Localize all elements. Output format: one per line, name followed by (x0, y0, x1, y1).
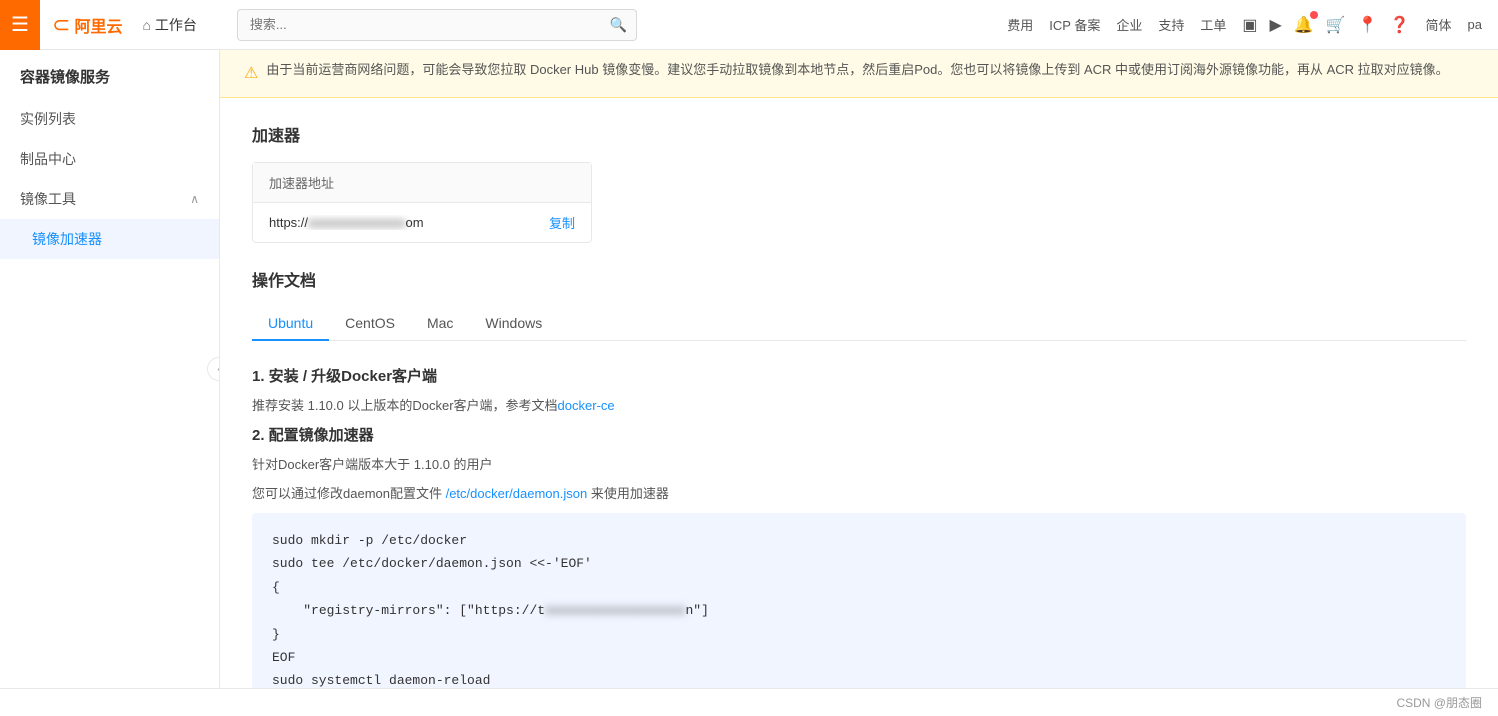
bottom-label: CSDN @朋态圈 (1396, 694, 1482, 711)
sidebar: 容器镜像服务 实例列表 制品中心 镜像工具 ∧ 镜像加速器 ‹ (0, 50, 220, 688)
docs-title: 操作文档 (252, 267, 1466, 291)
nav-support[interactable]: 支持 (1158, 15, 1184, 34)
search-bar: 🔍 (237, 9, 637, 41)
daemon-path: /etc/docker/daemon.json (446, 486, 588, 501)
sidebar-section-tools[interactable]: 镜像工具 ∧ (0, 179, 219, 219)
sidebar-title: 容器镜像服务 (0, 50, 219, 99)
sidebar-label-products: 制品中心 (20, 149, 76, 169)
warning-banner: ⚠ 由于当前运营商网络问题，可能会导致您拉取 Docker Hub 镜像变慢。建… (220, 50, 1498, 98)
tab-ubuntu[interactable]: Ubuntu (252, 307, 329, 341)
step2-desc1: 针对Docker客户端版本大于 1.10.0 的用户 (252, 455, 1466, 476)
registry-url-blurred: xxxxxxxxxxxxxxxxxx (545, 603, 685, 618)
step1-heading: 1. 安装 / 升级Docker客户端 (252, 365, 1466, 386)
bottom-bar: CSDN @朋态圈 (0, 688, 1498, 716)
accelerator-url-blurred: xxxxxxxxxxxxxxx (308, 215, 406, 230)
sidebar-item-accelerator[interactable]: 镜像加速器 (0, 219, 219, 259)
docker-ce-link[interactable]: docker-ce (558, 398, 615, 413)
main-layout: 容器镜像服务 实例列表 制品中心 镜像工具 ∧ 镜像加速器 ‹ ⚠ 由于当前运营… (0, 50, 1498, 688)
search-icon: 🔍 (609, 16, 626, 33)
nav-enterprise[interactable]: 企业 (1116, 15, 1142, 34)
page-label[interactable]: pa (1468, 17, 1482, 32)
content-body: 加速器 加速器地址 https://xxxxxxxxxxxxxxxom 复制 操… (220, 98, 1498, 688)
accelerator-box: 加速器地址 https://xxxxxxxxxxxxxxxom 复制 (252, 162, 592, 243)
collapse-icon: ‹ (217, 364, 220, 375)
accelerator-url: https://xxxxxxxxxxxxxxxom (269, 215, 537, 230)
cart-icon[interactable]: 🛒 (1326, 15, 1346, 35)
bell-icon[interactable]: 🔔 (1294, 15, 1314, 35)
warning-icon: ⚠ (244, 61, 258, 87)
nav-ticket[interactable]: 工单 (1200, 15, 1226, 34)
hamburger-button[interactable]: ☰ (0, 0, 40, 50)
sidebar-item-products[interactable]: 制品中心 (0, 139, 219, 179)
content-area: ⚠ 由于当前运营商网络问题，可能会导致您拉取 Docker Hub 镜像变慢。建… (220, 50, 1498, 688)
sidebar-label-tools: 镜像工具 (20, 189, 76, 209)
nav-icon-group: ▣ ▶ 🔔 🛒 📍 ❓ (1242, 15, 1409, 35)
step1-desc: 推荐安装 1.10.0 以上版本的Docker客户端，参考文档docker-ce (252, 396, 1466, 417)
step2-desc2: 您可以通过修改daemon配置文件 /etc/docker/daemon.jso… (252, 484, 1466, 505)
accelerator-box-header: 加速器地址 (253, 163, 591, 203)
chevron-up-icon: ∧ (190, 192, 199, 206)
nav-icp[interactable]: ICP 备案 (1049, 15, 1100, 34)
help-icon[interactable]: ❓ (1390, 15, 1410, 35)
hamburger-icon: ☰ (11, 12, 29, 37)
search-input[interactable] (237, 9, 637, 41)
nav-fees[interactable]: 费用 (1007, 15, 1033, 34)
top-nav: ☰ ⊂ 阿里云 ⌂ 工作台 🔍 费用 ICP 备案 企业 支持 工单 ▣ ▶ 🔔… (0, 0, 1498, 50)
tab-centos[interactable]: CentOS (329, 307, 411, 341)
sidebar-collapse-button[interactable]: ‹ (207, 357, 220, 381)
video-icon[interactable]: ▶ (1270, 15, 1282, 35)
os-tabs: Ubuntu CentOS Mac Windows (252, 307, 1466, 341)
nav-right: 费用 ICP 备案 企业 支持 工单 ▣ ▶ 🔔 🛒 📍 ❓ 简体 pa (1007, 15, 1482, 35)
sidebar-label-accelerator: 镜像加速器 (32, 229, 102, 249)
warning-text: 由于当前运营商网络问题，可能会导致您拉取 Docker Hub 镜像变慢。建议您… (266, 60, 1448, 81)
sidebar-sub-tools: 镜像加速器 (0, 219, 219, 259)
accelerator-title: 加速器 (252, 122, 1466, 146)
tab-mac[interactable]: Mac (411, 307, 469, 341)
copy-button[interactable]: 复制 (549, 213, 575, 232)
logo: ⊂ 阿里云 (52, 12, 122, 38)
home-icon: ⌂ (142, 17, 150, 33)
logo-text: 阿里云 (74, 13, 122, 37)
step2-heading: 2. 配置镜像加速器 (252, 424, 1466, 445)
workbench-nav[interactable]: ⌂ 工作台 (142, 15, 196, 35)
code-block: sudo mkdir -p /etc/docker sudo tee /etc/… (252, 513, 1466, 688)
monitor-icon[interactable]: ▣ (1242, 15, 1257, 35)
location-icon[interactable]: 📍 (1358, 15, 1378, 35)
workbench-label: 工作台 (155, 15, 197, 35)
accelerator-box-body: https://xxxxxxxxxxxxxxxom 复制 (253, 203, 591, 242)
tab-windows[interactable]: Windows (469, 307, 558, 341)
sidebar-label-instances: 实例列表 (20, 109, 76, 129)
lang-switch[interactable]: 简体 (1426, 15, 1452, 34)
sidebar-item-instances[interactable]: 实例列表 (0, 99, 219, 139)
